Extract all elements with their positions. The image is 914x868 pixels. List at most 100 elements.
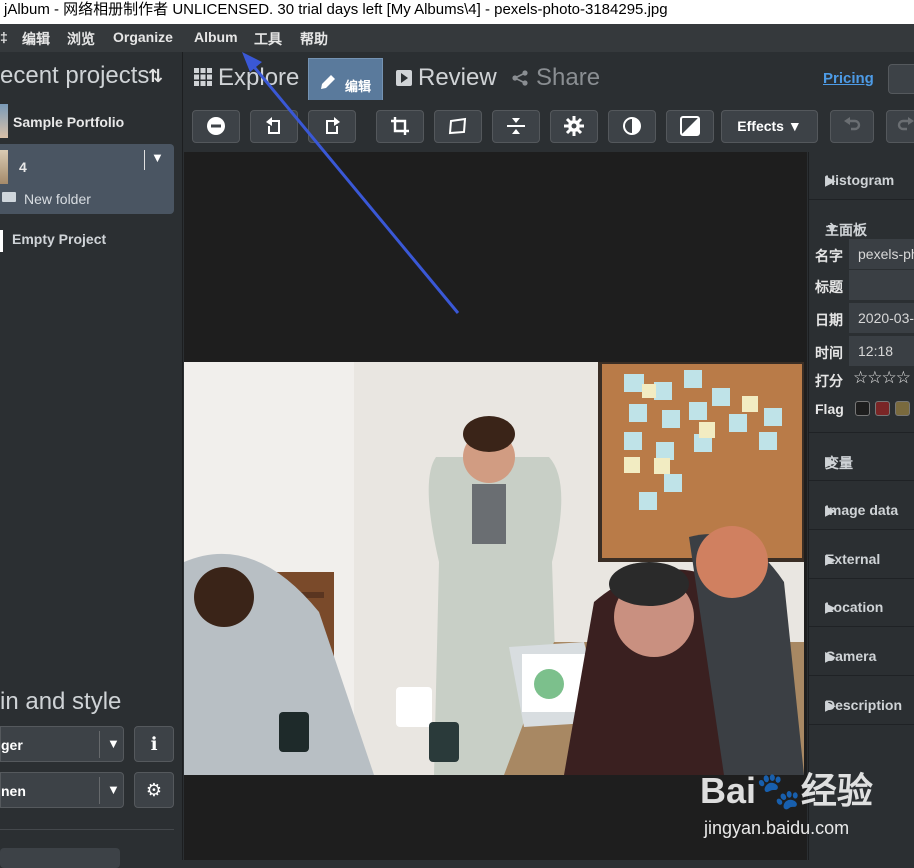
menubar: ‡ 编辑 浏览 Organize Album 工具 帮助: [0, 24, 914, 52]
chevron-down-icon: ▼: [107, 782, 120, 797]
tab-edit-label: 编辑: [345, 79, 372, 94]
project-empty-project[interactable]: Empty Project: [12, 231, 106, 247]
section-label: Histogram: [825, 172, 895, 188]
divider: [144, 150, 145, 170]
projects-sidebar: ecent projects ⇅ Sample Portfolio 4 ▼ Ne…: [0, 52, 183, 868]
straighten-button[interactable]: [434, 110, 482, 143]
rotate-right-button[interactable]: [308, 110, 356, 143]
gear-icon: ⚙: [145, 780, 163, 800]
flag-black[interactable]: [855, 401, 870, 416]
flag-yellow[interactable]: [895, 401, 910, 416]
project-name: 4: [19, 159, 27, 175]
skin-select-value: ger: [1, 737, 23, 753]
rotate-left-icon: [266, 117, 280, 134]
style-select[interactable]: nen ▼: [0, 772, 124, 808]
project-item-selected[interactable]: 4 ▼ New folder: [0, 144, 174, 214]
section-label: 变量: [825, 455, 853, 471]
date-label: 日期: [815, 312, 843, 328]
skin-select[interactable]: ger ▼: [0, 726, 124, 762]
section-histogram[interactable]: ▶ Histogram: [809, 152, 914, 200]
section-label: Location: [825, 599, 884, 615]
chevron-down-icon[interactable]: ▼: [151, 150, 164, 165]
menu-browse[interactable]: 浏览: [67, 29, 95, 49]
skin-info-button[interactable]: ℹ: [134, 726, 174, 762]
section-external[interactable]: ▶ External: [809, 531, 914, 579]
time-field[interactable]: 12:18: [849, 336, 914, 366]
section-label: Camera: [825, 648, 877, 664]
menu-edit[interactable]: 编辑: [22, 29, 50, 49]
tab-explore[interactable]: Explore: [218, 64, 299, 92]
photo-preview[interactable]: [184, 362, 804, 775]
section-variables[interactable]: ▶ 变量: [809, 433, 914, 481]
share-icon: [512, 70, 528, 91]
menu-help[interactable]: 帮助: [300, 29, 328, 49]
edit-toolbar: Effects ▼: [184, 100, 914, 152]
name-field[interactable]: pexels-photo-3184295.jpg: [849, 239, 914, 269]
subfolder-label[interactable]: New folder: [24, 191, 91, 207]
adjust-icon: [564, 116, 584, 136]
section-image-data[interactable]: ▶ Image data: [809, 482, 914, 530]
rotate-left-button[interactable]: [250, 110, 298, 143]
recent-projects-heading: ecent projects: [0, 62, 150, 89]
exposure-icon: [680, 116, 700, 136]
redo-button[interactable]: [886, 110, 914, 143]
section-label: Image data: [825, 502, 899, 518]
project-sample-portfolio[interactable]: Sample Portfolio: [13, 114, 124, 130]
rotate-right-icon: [326, 117, 340, 134]
divider: [99, 731, 100, 758]
rating-stars[interactable]: ☆☆☆☆: [853, 368, 911, 388]
make-album-button[interactable]: [0, 848, 120, 868]
menu-tools[interactable]: 工具: [254, 29, 282, 49]
redo-icon: [897, 117, 914, 131]
section-label: External: [825, 551, 881, 567]
skin-settings-button[interactable]: ⚙: [134, 772, 174, 808]
watermark: Bai🐾经验 jingyan.baidu.com: [700, 762, 910, 842]
section-label: 主面板: [825, 222, 867, 238]
rating-label: 打分: [815, 373, 843, 389]
section-main-panel[interactable]: ▼ 主面板: [809, 200, 914, 238]
menu-file[interactable]: ‡: [0, 29, 8, 45]
project-thumbnail: [0, 150, 8, 184]
baidu-logo: Bai🐾经验: [700, 770, 873, 811]
contrast-icon: [623, 117, 641, 135]
menu-album[interactable]: Album: [194, 29, 238, 45]
crop-icon: [391, 117, 409, 135]
title-label: 标题: [815, 279, 843, 295]
remove-button[interactable]: [192, 110, 240, 143]
crop-button[interactable]: [376, 110, 424, 143]
sort-icon[interactable]: ⇅: [148, 66, 163, 87]
flag-red[interactable]: [875, 401, 890, 416]
mode-tabs: Explore 编辑 Review Share Pricing: [184, 52, 914, 102]
effects-button[interactable]: Effects ▼: [721, 110, 818, 143]
tab-review[interactable]: Review: [418, 64, 497, 92]
feedback-button[interactable]: [888, 64, 914, 94]
section-label: Description: [825, 697, 903, 713]
project-thumbnail: [0, 104, 8, 138]
date-field[interactable]: 2020-03-: [849, 303, 914, 333]
undo-icon: [844, 117, 861, 131]
menu-organize[interactable]: Organize: [113, 29, 173, 45]
tab-edit[interactable]: 编辑: [308, 58, 383, 102]
section-camera[interactable]: ▶ Camera: [809, 628, 914, 676]
exposure-button[interactable]: [666, 110, 714, 143]
tab-share[interactable]: Share: [536, 64, 600, 92]
flip-icon: [507, 118, 525, 134]
properties-panel: ▶ Histogram ▼ 主面板 名字 pexels-photo-318429…: [808, 152, 914, 860]
flag-label: Flag: [815, 401, 844, 417]
pencil-icon: [319, 73, 337, 94]
flip-button[interactable]: [492, 110, 540, 143]
section-description[interactable]: ▶ Description: [809, 677, 914, 725]
section-location[interactable]: ▶ Location: [809, 579, 914, 627]
info-icon: ℹ: [150, 734, 158, 754]
contrast-button[interactable]: [608, 110, 656, 143]
project-thumbnail: [0, 230, 3, 252]
window-title: jAlbum - 网络相册制作者 UNLICENSED. 30 trial da…: [0, 0, 914, 24]
adjust-button[interactable]: [550, 110, 598, 143]
image-canvas[interactable]: [184, 152, 807, 860]
divider: [0, 829, 174, 830]
title-field[interactable]: [849, 270, 914, 300]
undo-button[interactable]: [830, 110, 874, 143]
watermark-url: jingyan.baidu.com: [704, 818, 850, 838]
style-select-value: nen: [1, 783, 26, 799]
pricing-link[interactable]: Pricing: [823, 70, 874, 87]
